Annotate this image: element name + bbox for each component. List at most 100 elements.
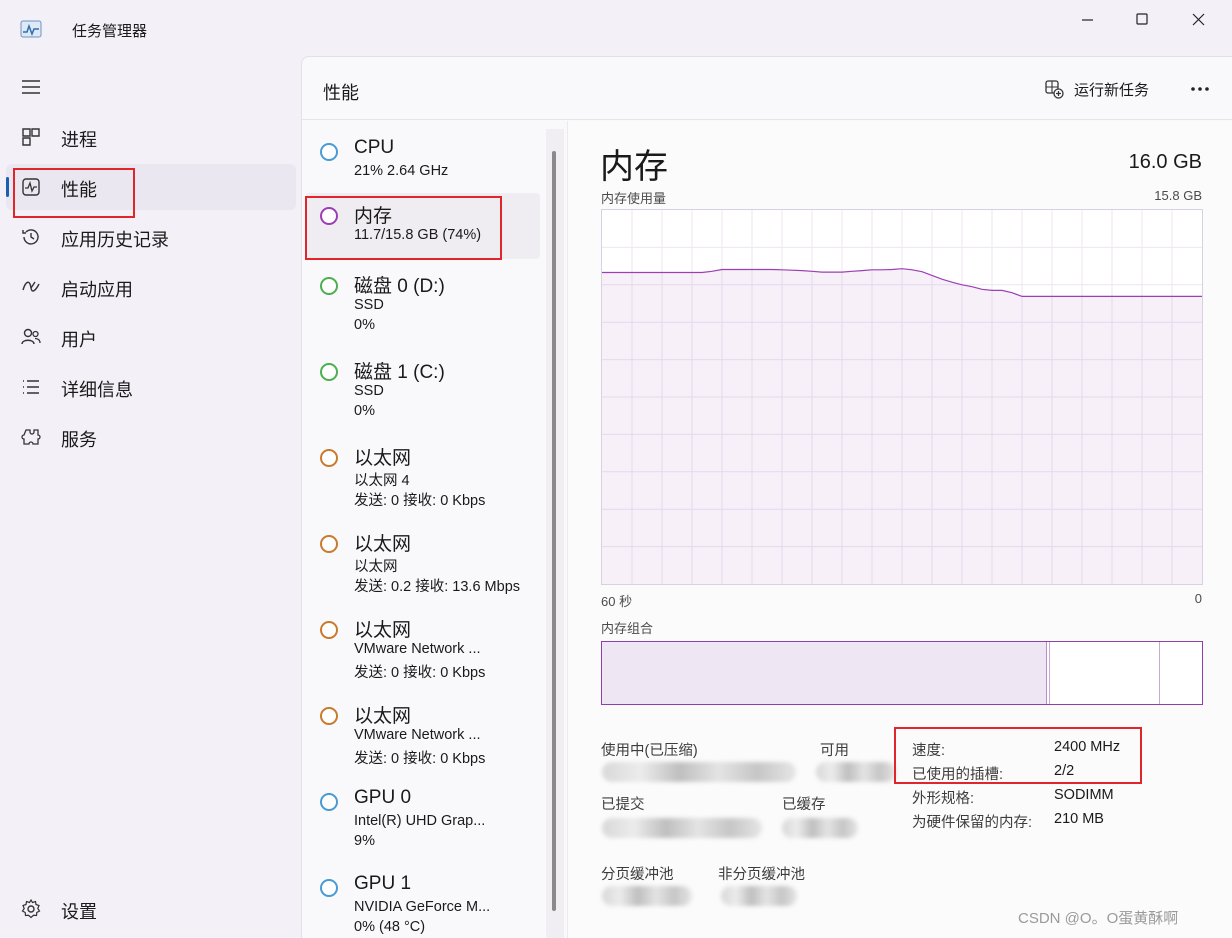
resource-item[interactable]: 以太网以太网 4 发送: 0 接收: 0 Kbps — [306, 435, 540, 515]
resource-name: GPU 0 — [354, 787, 412, 808]
services-icon — [21, 429, 41, 445]
available-value-redacted — [816, 762, 896, 782]
startup-icon — [22, 281, 40, 292]
in-use-label: 使用中(已压缩) — [601, 743, 698, 759]
spec-value-hw-reserved: 210 MB — [1054, 811, 1104, 827]
resource-status-circle — [320, 621, 338, 639]
resource-name: 磁盘 0 (D:) — [354, 276, 445, 297]
usage-area — [602, 268, 1202, 584]
resource-item[interactable]: GPU 1 NVIDIA GeForce M... 0% (48 °C) — [306, 865, 540, 938]
resource-detail: VMware Network ... — [354, 641, 481, 657]
resource-status-circle — [320, 449, 338, 467]
users-icon — [21, 328, 41, 345]
resource-status-circle — [320, 879, 338, 897]
resource-item[interactable]: CPU 21% 2.64 GHz — [306, 129, 540, 191]
performance-icon — [22, 178, 40, 196]
available-label: 可用 — [820, 743, 849, 759]
detail-title: 内存 — [600, 148, 668, 186]
graph-max: 15.8 GB — [1154, 188, 1202, 203]
resource-name: 以太网 — [354, 448, 412, 469]
in-use-value-redacted — [602, 762, 796, 782]
nav-item-users[interactable]: 用户 — [6, 314, 296, 360]
nav-label: 设置 — [61, 902, 97, 922]
task-manager-icon — [20, 20, 42, 38]
processes-icon — [22, 128, 40, 146]
resource-detail: 0% (48 °C) — [354, 919, 426, 935]
resource-status-circle — [320, 143, 338, 161]
more-options-icon[interactable] — [1186, 75, 1214, 103]
resource-detail: 0% — [354, 317, 375, 333]
resource-detail: 以太网 4 — [354, 473, 410, 489]
spec-value-speed: 2400 MHz — [1054, 739, 1121, 755]
resource-status-circle — [320, 363, 338, 381]
hamburger-menu-icon[interactable] — [20, 78, 42, 96]
committed-label: 已提交 — [601, 797, 645, 813]
main-panel: 性能 运行新任务 CPU 21% 2.64 GHz 内存 11.7/15.8 GB (… — [301, 56, 1232, 938]
resource-detail: 发送: 0 接收: 0 Kbps — [354, 751, 486, 767]
scrollbar-thumb[interactable] — [552, 151, 556, 911]
resource-item[interactable]: 以太网 以太网 发送: 0.2 接收: 13.6 Mbps — [306, 521, 540, 601]
spec-label-speed: 速度: — [912, 743, 946, 759]
resource-status-circle — [320, 793, 338, 811]
watermark: CSDN @O。O蛋黄酥啊 — [1018, 910, 1179, 927]
resource-status-circle — [320, 277, 338, 295]
nav-label: 进程 — [61, 130, 97, 150]
resource-detail: 发送: 0 接收: 0 Kbps — [354, 493, 486, 509]
cached-value-redacted — [782, 818, 858, 838]
resource-name: 以太网 — [354, 534, 412, 555]
resource-item[interactable]: 内存 11.7/15.8 GB (74%) — [306, 193, 540, 259]
run-task-label: 运行新任务 — [1074, 82, 1150, 99]
resource-item[interactable]: 磁盘 1 (C:) SSD 0% — [306, 349, 540, 429]
nonpaged-pool-value-redacted — [721, 886, 797, 906]
resource-detail: 9% — [354, 833, 375, 849]
resource-status-circle — [320, 535, 338, 553]
graph-label: 内存使用量 — [601, 191, 667, 206]
nav-item-performance[interactable]: 性能 — [6, 164, 296, 210]
run-task-icon — [1045, 80, 1064, 99]
selection-indicator — [6, 177, 9, 197]
nav-item-services[interactable]: 服务 — [6, 414, 296, 460]
resource-name: 磁盘 1 (C:) — [354, 362, 445, 383]
resource-item[interactable]: 以太网 VMware Network ... 发送: 0 接收: 0 Kbps — [306, 693, 540, 773]
resource-detail: VMware Network ... — [354, 727, 481, 743]
nav-label: 详细信息 — [61, 380, 133, 400]
spec-label-hw-reserved: 为硬件保留的内存: — [912, 815, 1033, 831]
maximize-icon[interactable] — [1122, 8, 1162, 32]
resource-detail: Intel(R) UHD Grap... — [354, 813, 486, 829]
minimize-icon[interactable] — [1068, 8, 1108, 32]
nav-item-startup-apps[interactable]: 启动应用 — [6, 264, 296, 310]
committed-value-redacted — [602, 818, 762, 838]
title-bar: 任务管理器 — [0, 0, 1232, 56]
nav-item-settings[interactable]: 设置 — [6, 886, 296, 932]
resource-item[interactable]: GPU 0 Intel(R) UHD Grap... 9% — [306, 779, 540, 859]
resource-detail: 以太网 — [354, 559, 398, 575]
paged-pool-value-redacted — [602, 886, 692, 906]
nav-label: 用户 — [61, 330, 97, 350]
resource-detail: SSD — [354, 383, 384, 399]
close-icon[interactable] — [1178, 8, 1218, 32]
resource-name: 内存 — [354, 206, 393, 227]
nav-label: 应用历史记录 — [61, 230, 169, 250]
composition-in-use — [602, 642, 1047, 704]
nav-item-processes[interactable]: 进程 — [6, 114, 296, 160]
composition-modified — [1049, 642, 1050, 704]
composition-label: 内存组合 — [601, 621, 654, 636]
gear-icon — [21, 898, 41, 919]
graph-time-left: 60 秒 — [601, 594, 633, 609]
spec-value-form-factor: SODIMM — [1054, 787, 1114, 803]
resource-item[interactable]: 磁盘 0 (D:) SSD 0% — [306, 263, 540, 343]
nav-label: 服务 — [61, 430, 97, 450]
resource-list: CPU 21% 2.64 GHz 内存 11.7/15.8 GB (74%) 磁盘 0 … — [302, 121, 566, 938]
resource-name: 以太网 — [354, 706, 412, 727]
nav-item-details[interactable]: 详细信息 — [6, 364, 296, 410]
resource-detail: 11.7/15.8 GB (74%) — [354, 227, 482, 243]
composition-standby — [1159, 642, 1160, 704]
nav-label: 性能 — [61, 180, 97, 200]
nav-item-app-history[interactable]: 应用历史记录 — [6, 214, 296, 260]
resource-item[interactable]: 以太网 VMware Network ... 发送: 0 接收: 0 Kbps — [306, 607, 540, 687]
memory-composition-bar — [601, 641, 1203, 705]
spec-value-slots: 2/2 — [1054, 763, 1075, 779]
resource-detail: 0% — [354, 403, 375, 419]
resource-detail: NVIDIA GeForce M... — [354, 899, 491, 915]
cached-label: 已缓存 — [782, 797, 826, 813]
